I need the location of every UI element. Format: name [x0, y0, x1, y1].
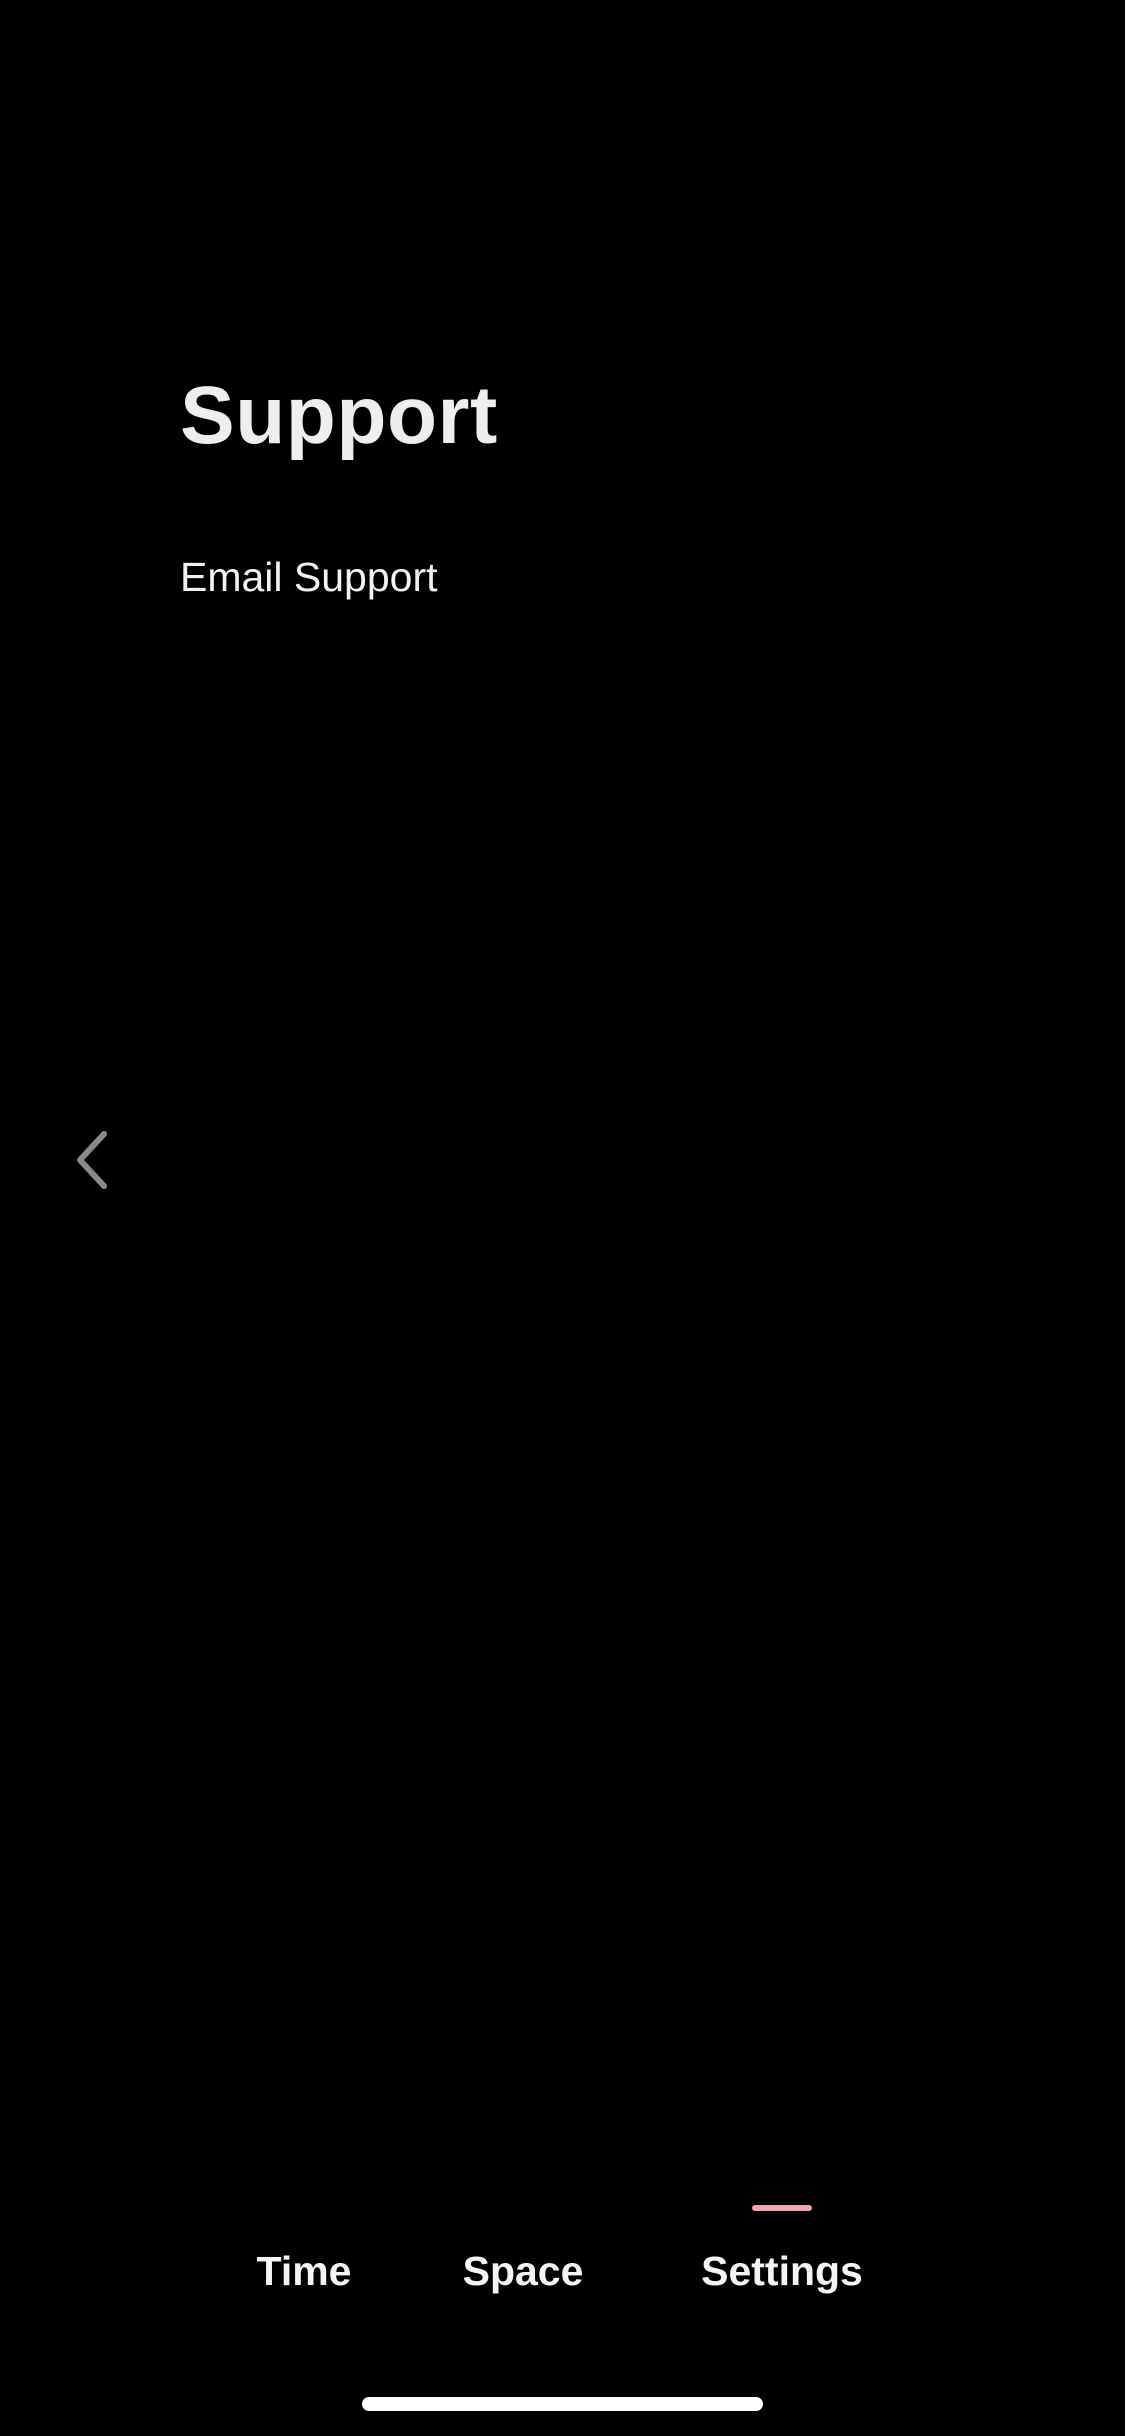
email-support-link[interactable]: Email Support: [180, 557, 438, 598]
bottom-tab-bar: Time Space Settings: [0, 2180, 1125, 2300]
chevron-left-icon: [77, 1131, 107, 1189]
back-button[interactable]: [60, 1120, 124, 1200]
tab-settings[interactable]: Settings: [690, 2180, 874, 2300]
tab-active-indicator: [752, 2205, 812, 2211]
page-title: Support: [180, 370, 498, 461]
tab-space[interactable]: Space: [452, 2180, 594, 2300]
tab-label: Time: [256, 2248, 352, 2294]
tab-label: Space: [462, 2248, 584, 2294]
tab-time[interactable]: Time: [240, 2180, 368, 2300]
tab-label: Settings: [701, 2248, 863, 2294]
support-screen: Support Email Support Time Space Setting…: [0, 0, 1125, 2436]
home-indicator[interactable]: [362, 2397, 763, 2411]
